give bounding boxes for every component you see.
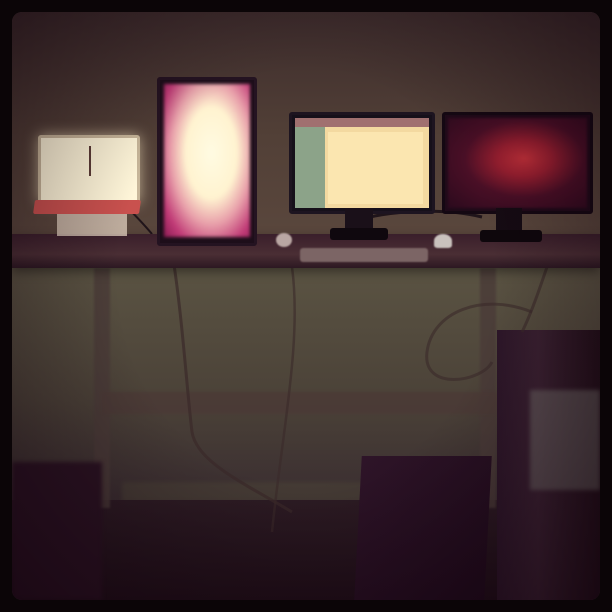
middle-monitor-titlebar	[295, 118, 429, 127]
floor-bag	[12, 462, 102, 600]
tower-side-panel	[530, 390, 600, 490]
right-monitor-screen	[448, 118, 587, 208]
right-monitor-stand-base	[480, 230, 542, 242]
keyboard	[300, 248, 428, 262]
portrait-monitor	[157, 77, 257, 246]
middle-monitor-document	[328, 132, 423, 204]
desk-speaker	[434, 234, 452, 248]
middle-monitor-stand	[345, 208, 373, 230]
laptop-screen-cursor	[89, 146, 91, 176]
portrait-monitor-screen	[164, 84, 250, 237]
middle-monitor-screen	[295, 118, 429, 208]
subwoofer	[354, 456, 492, 600]
middle-monitor	[289, 112, 435, 214]
photo-frame	[0, 0, 612, 612]
mouse	[276, 233, 292, 247]
photo	[12, 12, 600, 600]
right-monitor	[442, 112, 593, 214]
laptop-screen	[38, 135, 140, 203]
desk-crossbar	[102, 392, 497, 414]
laptop-keyboard-base	[33, 200, 141, 214]
middle-monitor-sidepanel	[295, 127, 325, 208]
middle-monitor-stand-base	[330, 228, 388, 240]
laptop-stand	[57, 214, 127, 236]
